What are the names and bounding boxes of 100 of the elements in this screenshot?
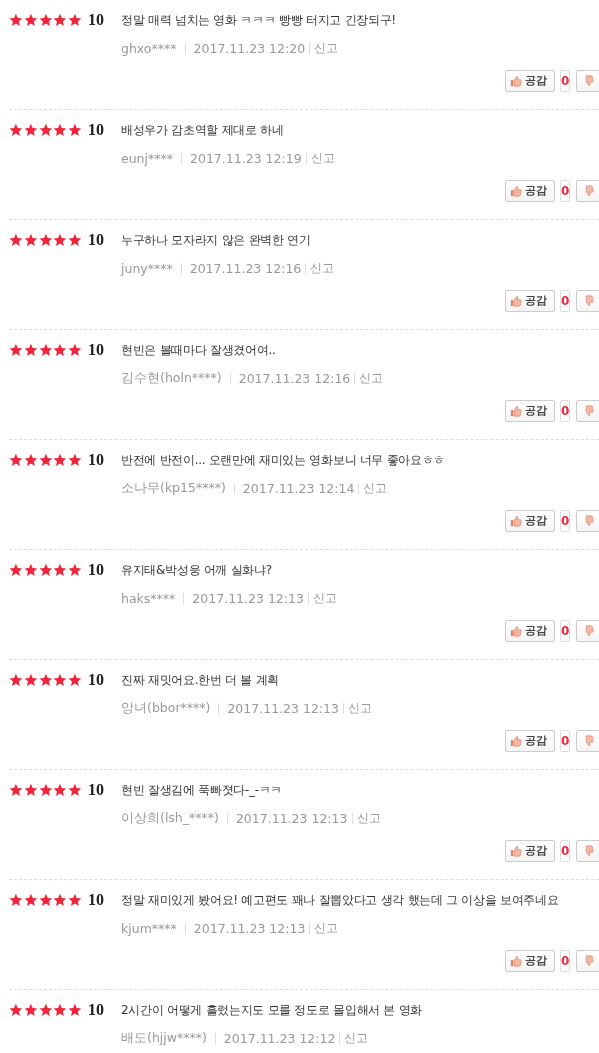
star-icon — [53, 233, 68, 247]
review-date: 2017.11.23 12:13 — [193, 920, 306, 936]
thumbs-up-icon — [510, 735, 522, 747]
review-text: 반전에 반전이... 오랜만에 재미있는 영화보니 너무 좋아요ㅎㅎ — [121, 451, 446, 469]
like-count: 0 — [560, 400, 571, 422]
review-date: 2017.11.23 12:13 — [227, 700, 339, 716]
like-button[interactable]: 공감 — [505, 400, 555, 422]
like-count: 0 — [560, 730, 571, 752]
thumbs-up-icon — [510, 405, 522, 417]
thumbs-up-icon — [510, 955, 522, 967]
star-icon — [53, 893, 68, 907]
review-date: 2017.11.23 12:19 — [190, 150, 302, 166]
user-id: haks**** — [121, 590, 176, 606]
report-link[interactable]: 신고 — [314, 919, 339, 937]
star-icon — [38, 673, 53, 687]
user-id: 소나무(kp15****) — [121, 479, 226, 497]
report-link[interactable]: 신고 — [310, 149, 335, 167]
report-link[interactable]: 신고 — [348, 699, 372, 717]
star-icon — [23, 1003, 38, 1017]
star-icon — [9, 673, 23, 687]
score: 10 — [88, 121, 105, 139]
thumbs-up-icon — [510, 295, 522, 307]
like-button[interactable]: 공감 — [505, 840, 555, 862]
star-icon — [53, 1003, 68, 1017]
star-icon — [23, 673, 38, 687]
review-text: 진짜 재밋어요.한번 더 볼 계획 — [121, 671, 279, 689]
star-icon — [9, 123, 23, 137]
star-icon — [38, 233, 53, 247]
like-button[interactable]: 공감 — [505, 510, 555, 532]
like-count: 0 — [560, 620, 571, 642]
report-link[interactable]: 신고 — [310, 259, 335, 277]
star-icon — [38, 783, 53, 797]
thumbs-up-icon — [510, 845, 522, 857]
review-date: 2017.11.23 12:13 — [235, 810, 348, 826]
like-button[interactable]: 공감 — [505, 950, 555, 972]
like-count: 0 — [560, 510, 571, 532]
star-icon — [53, 563, 68, 577]
like-button[interactable]: 공감 — [505, 730, 555, 752]
review-text: 정말 매력 넘치는 영화 ㅋㅋㅋ 빵빵 터지고 긴장되구! — [121, 11, 396, 29]
like-button[interactable]: 공감 — [505, 290, 555, 312]
user-id: 이상희(lsh_****) — [121, 809, 219, 827]
score: 10 — [88, 891, 105, 909]
report-link[interactable]: 신고 — [363, 479, 388, 497]
star-icon — [53, 783, 68, 797]
star-icon — [68, 563, 82, 577]
review-text: 2시간이 어떻게 흘렀는지도 모를 정도로 몰입해서 본 영화 — [121, 1001, 423, 1019]
star-icon — [68, 1003, 82, 1017]
review-date: 2017.11.23 12:13 — [192, 590, 304, 606]
review-date: 2017.11.23 12:14 — [242, 480, 355, 496]
like-count: 0 — [560, 840, 571, 862]
thumbs-up-icon — [510, 75, 522, 87]
review-date: 2017.11.23 12:16 — [238, 370, 351, 386]
star-icon — [68, 13, 82, 27]
user-id: 배도(hjjw****) — [121, 1029, 207, 1047]
star-icon — [38, 343, 53, 357]
score: 10 — [88, 671, 105, 689]
like-count: 0 — [560, 950, 571, 972]
like-button[interactable]: 공감 — [505, 70, 555, 92]
report-link[interactable]: 신고 — [356, 809, 381, 827]
star-icon — [23, 123, 38, 137]
score: 10 — [88, 341, 105, 359]
star-icon — [23, 783, 38, 797]
score: 10 — [88, 451, 105, 469]
report-link[interactable]: 신고 — [344, 1029, 369, 1047]
report-link[interactable]: 신고 — [359, 369, 384, 387]
like-count: 0 — [560, 70, 571, 92]
review-text: 유지태&박성웅 어깨 실화냐? — [121, 561, 272, 579]
like-count: 0 — [560, 180, 571, 202]
star-icon — [23, 343, 38, 357]
star-icon — [9, 453, 23, 467]
star-icon — [53, 453, 68, 467]
star-icon — [68, 893, 82, 907]
review-date: 2017.11.23 12:20 — [193, 40, 306, 56]
star-icon — [23, 893, 38, 907]
star-icon — [53, 123, 68, 137]
like-button[interactable]: 공감 — [505, 620, 555, 642]
review-text: 배성우가 감초역할 제대로 하네 — [121, 121, 284, 139]
star-icon — [9, 233, 23, 247]
score: 10 — [88, 11, 105, 29]
star-icon — [23, 563, 38, 577]
star-icon — [38, 453, 53, 467]
star-icon — [68, 343, 82, 357]
score: 10 — [88, 561, 105, 579]
thumbs-up-icon — [510, 625, 522, 637]
star-icon — [38, 893, 53, 907]
star-icon — [23, 233, 38, 247]
like-button[interactable]: 공감 — [505, 180, 555, 202]
score: 10 — [88, 231, 105, 249]
review-text: 정말 재미있게 봤어요! 예고편도 꽤나 잘뽑았다고 생각 했는데 그 이상을 보여주네요 — [121, 891, 559, 909]
star-icon — [68, 783, 82, 797]
review-date: 2017.11.23 12:12 — [223, 1030, 336, 1046]
report-link[interactable]: 신고 — [314, 39, 339, 57]
user-id: 앙녀(bbor****) — [121, 699, 211, 717]
star-icon — [9, 783, 23, 797]
star-icon — [9, 343, 23, 357]
star-icon — [23, 13, 38, 27]
star-icon — [68, 233, 82, 247]
star-icon — [68, 123, 82, 137]
star-icon — [38, 563, 53, 577]
report-link[interactable]: 신고 — [312, 589, 337, 607]
